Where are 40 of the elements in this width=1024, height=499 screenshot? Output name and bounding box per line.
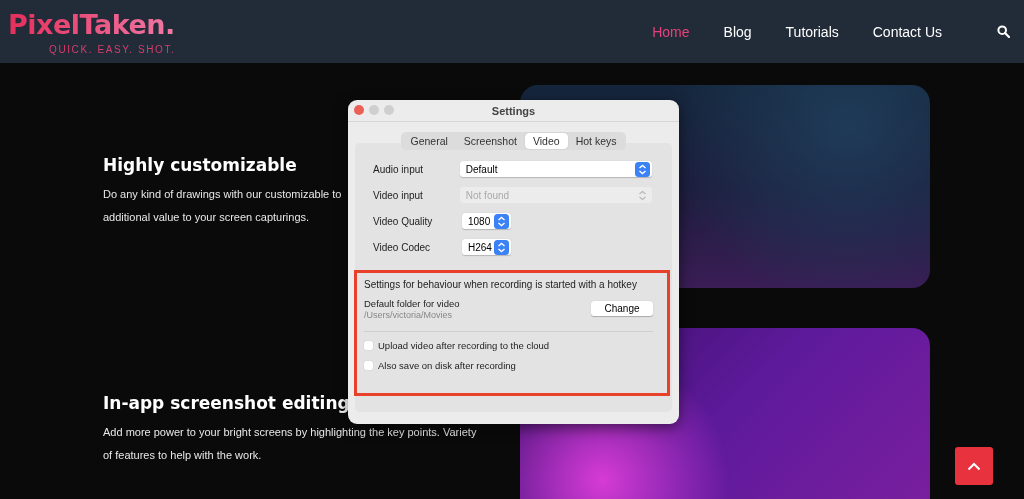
change-button[interactable]: Change bbox=[591, 301, 653, 316]
minimize-button[interactable] bbox=[369, 105, 379, 115]
tab[interactable]: General bbox=[402, 133, 456, 149]
folder-path: /Users/victoria/Movies bbox=[364, 310, 454, 320]
stepper-icon bbox=[635, 161, 650, 177]
checkbox-label: Also save on disk after recording bbox=[378, 360, 516, 371]
feature-text: Add more power to your bright screens by highlighting the key points. Variety bbox=[103, 425, 477, 440]
window-title: Settings bbox=[491, 104, 536, 117]
nav-link[interactable]: Tutorials bbox=[785, 23, 839, 40]
scroll-to-top-button[interactable] bbox=[955, 447, 993, 485]
stepper-icon bbox=[494, 239, 509, 255]
tab[interactable]: Hot keys bbox=[567, 133, 625, 149]
feature-text: additional value to your screen capturings. bbox=[103, 210, 310, 225]
dropdown[interactable]: 1080 bbox=[462, 213, 511, 229]
dropdown[interactable]: Default bbox=[459, 161, 652, 177]
nav-link[interactable]: Blog bbox=[723, 23, 752, 40]
chevron-up-icon bbox=[967, 461, 981, 471]
field-label: Video input bbox=[373, 189, 424, 201]
field-label: Audio input bbox=[373, 163, 425, 175]
feature-text: of features to help with the work. bbox=[103, 448, 262, 463]
feature-heading: Highly customizable bbox=[103, 155, 297, 175]
nav-link[interactable]: Home bbox=[652, 23, 690, 40]
close-button[interactable] bbox=[354, 105, 364, 115]
checkbox[interactable] bbox=[364, 341, 373, 350]
dropdown[interactable]: H264 bbox=[462, 239, 511, 255]
field-label: Video Codec bbox=[373, 241, 432, 253]
checkbox[interactable] bbox=[364, 361, 373, 370]
checkbox-label: Upload video after recording to the cloud bbox=[378, 340, 550, 351]
tab[interactable]: Screenshot bbox=[455, 133, 525, 149]
tagline: QUICK. EASY. SHOT. bbox=[49, 43, 176, 55]
section-heading: Settings for behaviour when recording is started with a hotkey bbox=[364, 279, 638, 290]
feature-heading: In-app screenshot editing bbox=[103, 393, 350, 413]
stepper-icon bbox=[494, 213, 509, 229]
nav-link[interactable]: Contact Us bbox=[872, 23, 942, 40]
zoom-button[interactable] bbox=[384, 105, 394, 115]
tab[interactable]: Video bbox=[524, 133, 568, 149]
feature-text: Do any kind of drawings with our customizable to bbox=[103, 187, 342, 202]
field-label: Video Quality bbox=[373, 215, 434, 227]
folder-label: Default folder for video bbox=[364, 298, 460, 309]
search-icon[interactable] bbox=[997, 25, 1010, 38]
